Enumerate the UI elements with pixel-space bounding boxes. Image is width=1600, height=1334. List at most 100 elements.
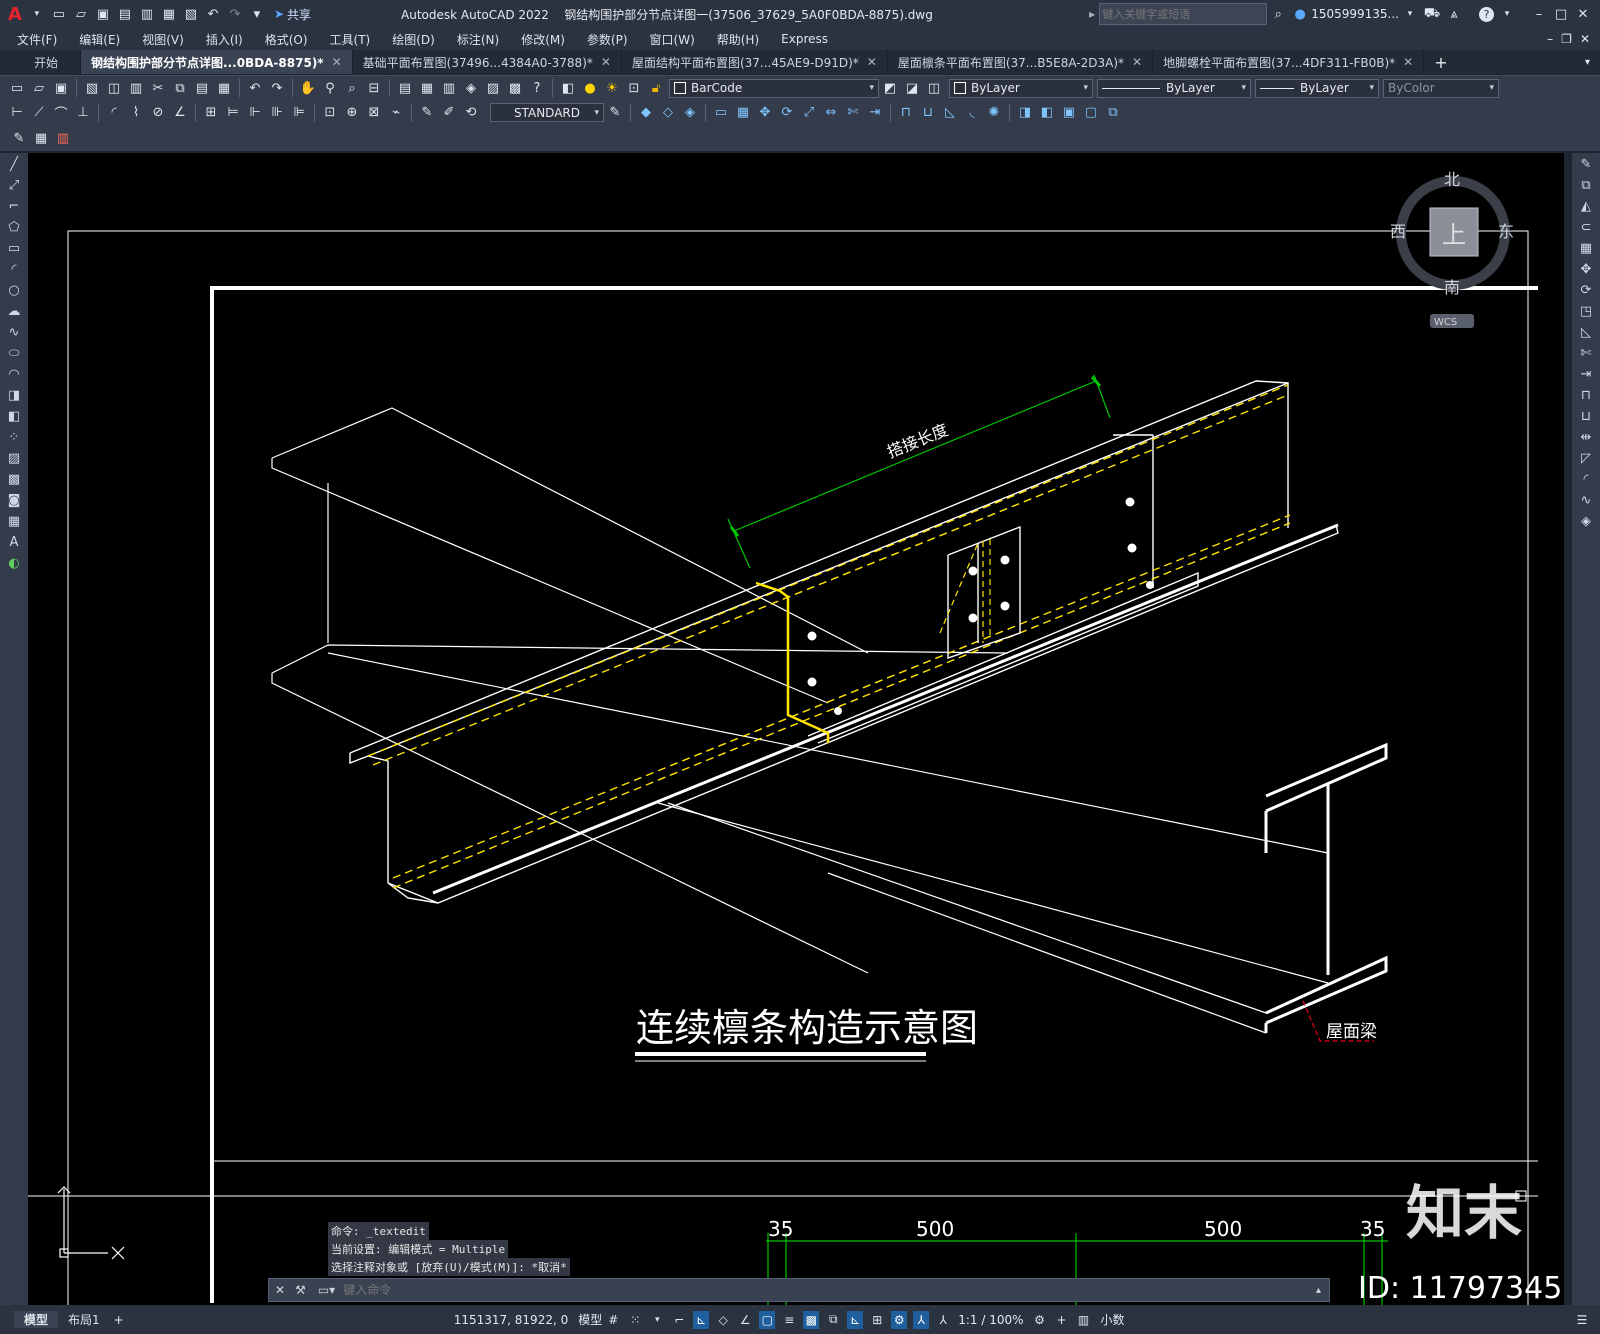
share-icon[interactable]: ➤ [274,7,284,21]
tab-close-icon[interactable]: ✕ [1403,55,1413,69]
paste-icon[interactable]: ▤ [193,79,211,97]
selection-cycling-icon[interactable]: ⧉ [825,1311,841,1329]
cut-icon[interactable]: ✂ [149,79,167,97]
dim-diameter-icon[interactable]: ⊘ [149,104,167,122]
ellipse-arc-icon[interactable]: ◠ [4,364,24,384]
tab-active-drawing[interactable]: 钢结构围护部分节点详图...0BDA-8875)* ✕ [81,50,353,74]
grid-icon[interactable]: # [605,1311,621,1329]
ellipse-icon[interactable]: ⬭ [4,343,24,363]
scale-icon[interactable]: ◳ [1576,301,1596,321]
table-edit-icon[interactable]: ▦ [32,129,50,147]
dimstyle-dropdown[interactable]: STANDARD ▾ [490,103,604,122]
offset-icon[interactable]: ▭ [712,104,730,122]
stretch-icon[interactable]: ◺ [1576,322,1596,342]
search-expand-icon[interactable]: ▸ [1089,7,1095,21]
annotation-scale-value[interactable]: 1:1 / 100% [958,1313,1023,1327]
snap-icon[interactable]: ⁙ [627,1311,643,1329]
tab-layout1[interactable]: 布局1 [58,1311,110,1328]
command-prompt-icon[interactable]: ▭▾ [318,1283,335,1297]
model-space-toggle[interactable]: 模型 [578,1311,602,1328]
doc-minimize-icon[interactable]: – [1547,32,1553,46]
text-edit-icon[interactable]: ✎ [10,129,28,147]
line-icon[interactable]: ╱ [4,154,24,174]
tab-drawing[interactable]: 屋面檩条平面布置图(37...B5E8A-2D3A)* ✕ [888,50,1154,74]
dim-ordinate-icon[interactable]: ⊥ [74,104,92,122]
field-update-icon[interactable]: ▥ [54,129,72,147]
group-icon[interactable]: ▣ [1060,104,1078,122]
fillet-icon[interactable]: ◟ [963,104,981,122]
tab-close-icon[interactable]: ✕ [332,55,342,69]
block-create-icon[interactable]: ◧ [1038,104,1056,122]
command-close-icon[interactable]: ✕ [275,1283,285,1297]
make-block-icon[interactable]: ◧ [4,406,24,426]
add-layout-icon[interactable]: + [114,1313,124,1327]
customize-icon[interactable]: ☰ [1574,1311,1590,1329]
mtext-icon[interactable]: A [4,532,24,552]
fillet-icon[interactable]: ◜ [1576,469,1596,489]
xref-icon[interactable]: ⧉ [1104,104,1122,122]
rectangle-icon[interactable]: ▭ [4,238,24,258]
annotation-autoscale-icon[interactable]: ⅄ [913,1310,930,1329]
dim-continue-icon[interactable]: ⊩ [246,104,264,122]
menu-file[interactable]: 文件(F) [6,31,68,48]
mirror-icon[interactable]: ◈ [681,104,699,122]
break-icon[interactable]: ⊔ [1576,406,1596,426]
offset-icon[interactable]: ⊂ [1576,217,1596,237]
close-icon[interactable]: ✕ [1574,5,1592,23]
plotstyle-dropdown[interactable]: ByColor ▾ [1383,78,1499,98]
menu-modify[interactable]: 修改(M) [510,31,576,48]
import-icon[interactable]: ▦ [160,5,178,23]
explode-icon[interactable]: ◈ [1576,511,1596,531]
tool-palettes-icon[interactable]: ▥ [440,79,458,97]
help-icon[interactable]: ? [528,79,546,97]
chamfer-icon[interactable]: ◸ [1576,448,1596,468]
center-mark-icon[interactable]: ⊕ [343,104,361,122]
rotate-icon[interactable]: ⟳ [1576,280,1596,300]
dim-aligned-icon[interactable]: ⟋ [30,104,48,122]
arc-icon[interactable]: ◜ [4,259,24,279]
join-icon[interactable]: ⊔ [919,104,937,122]
open-icon[interactable]: ▱ [30,79,48,97]
quick-properties-icon[interactable]: ▥ [1076,1311,1092,1329]
add-selected-icon[interactable]: ◐ [4,553,24,573]
insert-block-icon[interactable]: ◨ [4,385,24,405]
drawing-canvas[interactable]: 搭接长度 屋面梁 连续檩条构造示意图 35 500 500 35 上 北 南 东… [28,153,1564,1305]
circle-icon[interactable]: ○ [4,280,24,300]
ortho-icon[interactable]: ⌐ [671,1311,687,1329]
plot-icon[interactable]: ▧ [182,5,200,23]
tab-drawing[interactable]: 地脚螺栓平面布置图(37...4DF311-FB0B)* ✕ [1153,50,1425,74]
tolerance-icon[interactable]: ⊡ [321,104,339,122]
inspect-icon[interactable]: ⊠ [365,104,383,122]
dim-jogged-icon[interactable]: ⌇ [127,104,145,122]
save-icon[interactable]: ▣ [94,5,112,23]
tab-model[interactable]: 模型 [14,1311,59,1328]
layer-dropdown[interactable]: BarCode ▾ [669,78,879,98]
qnew-icon[interactable]: ▭ [8,79,26,97]
sheet-set-icon[interactable]: ◈ [462,79,480,97]
units-readout[interactable]: 小数 [1101,1311,1125,1328]
preview-icon[interactable]: ◫ [105,79,123,97]
point-icon[interactable]: ⁘ [4,427,24,447]
user-dropdown-icon[interactable]: ▾ [1401,5,1419,23]
zoom-window-icon[interactable]: ⌕ [343,79,361,97]
extend-icon[interactable]: ⇥ [866,104,884,122]
ungroup-icon[interactable]: ▢ [1082,104,1100,122]
trim-icon[interactable]: ✄ [1576,343,1596,363]
erase-icon[interactable]: ◆ [637,104,655,122]
new-tab-icon[interactable]: + [1434,53,1447,72]
autocad-logo-icon[interactable]: A [8,4,22,25]
polygon-icon[interactable]: ⬠ [4,217,24,237]
dim-radius-icon[interactable]: ◜ [105,104,123,122]
doc-restore-icon[interactable]: ❐ [1561,32,1572,46]
tab-drawing[interactable]: 基础平面布置图(37496...4384A0-3788)* ✕ [353,50,622,74]
stretch-icon[interactable]: ⇔ [822,104,840,122]
jogged-linear-icon[interactable]: ⌁ [387,104,405,122]
dim-angular-icon[interactable]: ∠ [171,104,189,122]
hatch-icon[interactable]: ▨ [4,448,24,468]
blend-icon[interactable]: ∿ [1576,490,1596,510]
layer-states-icon[interactable]: ◫ [925,79,943,97]
autodesk-account-icon[interactable]: ⩓ [1445,5,1463,23]
user-name[interactable]: 1505999135... [1311,7,1399,21]
copy-icon[interactable]: ⧉ [171,79,189,97]
dim-baseline-icon[interactable]: ⊨ [224,104,242,122]
